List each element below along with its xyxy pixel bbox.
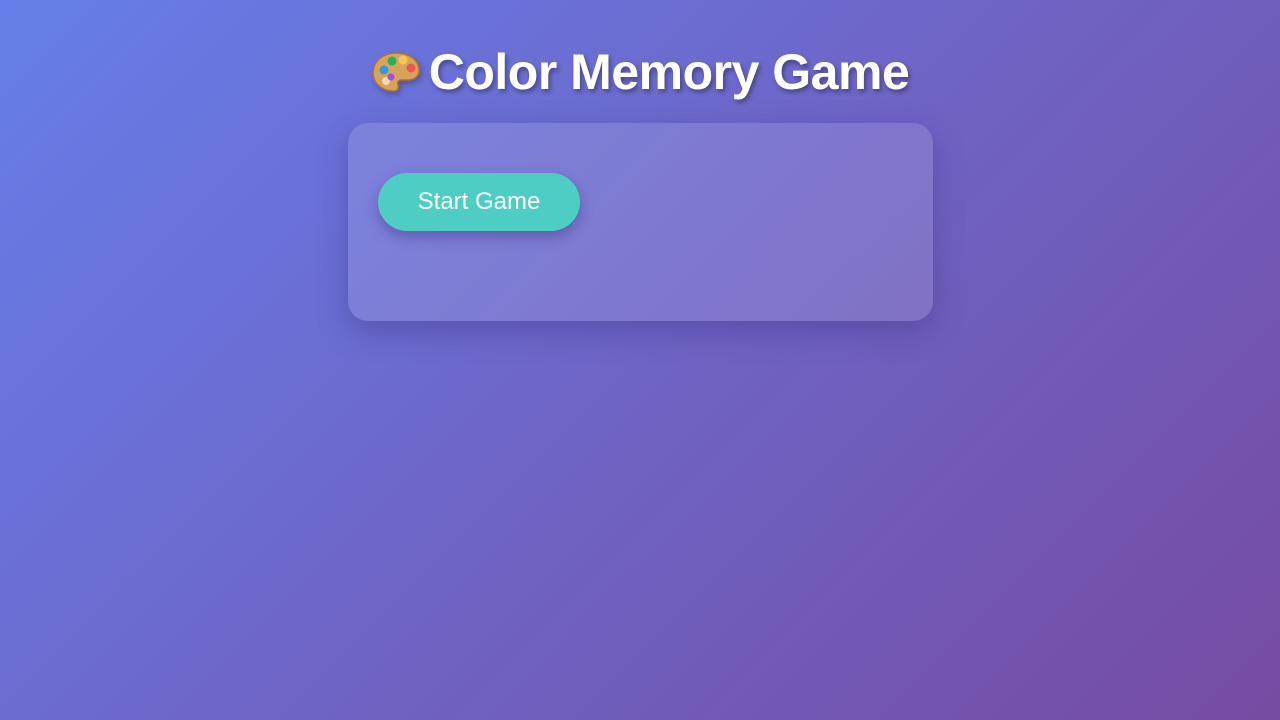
page-header: Color Memory Game [0,40,1280,104]
start-game-button[interactable]: Start Game [378,173,580,231]
page-title: Color Memory Game [428,44,910,100]
palette-icon [371,50,421,94]
game-panel: Start Game [348,123,933,321]
